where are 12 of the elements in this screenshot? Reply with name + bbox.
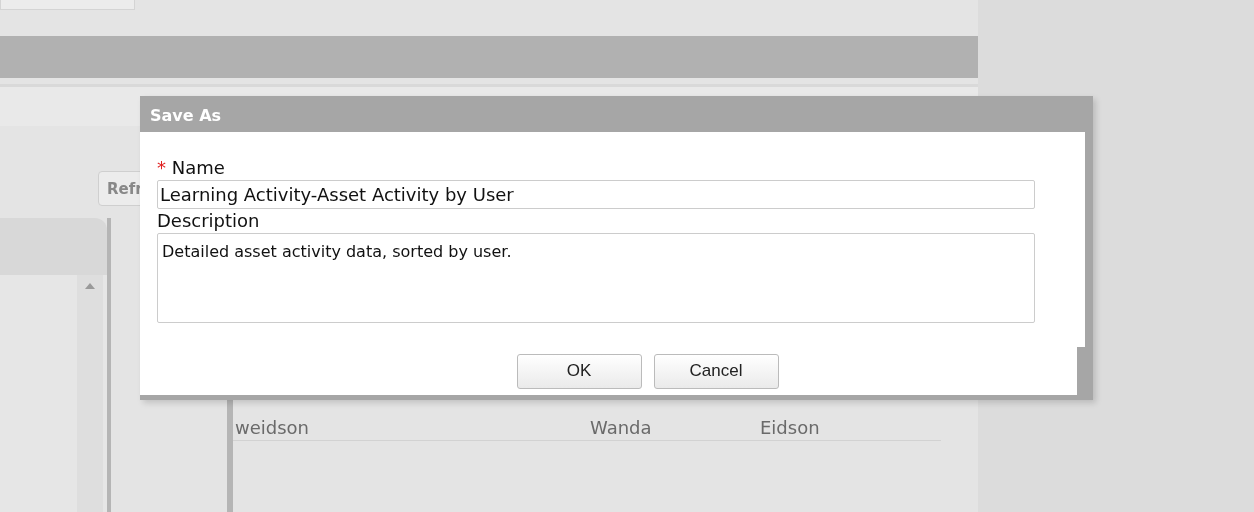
description-field[interactable]: Detailed asset activity data, sorted by user. <box>157 233 1035 323</box>
name-field[interactable]: Learning Activity-Asset Activity by User <box>157 180 1035 209</box>
scroll-up-icon[interactable] <box>85 283 95 289</box>
dialog-title: Save As <box>149 105 223 127</box>
field-label: Description <box>157 209 261 233</box>
text-field[interactable] <box>0 0 135 10</box>
table-cell-text: Eidson <box>759 415 821 440</box>
table-cell-text: Wanda <box>589 415 653 440</box>
field-label: * Name <box>157 156 226 180</box>
ok-button[interactable]: OK <box>516 353 642 389</box>
cancel-button[interactable]: Cancel <box>653 353 779 389</box>
table-cell-text: weidson <box>234 415 311 440</box>
